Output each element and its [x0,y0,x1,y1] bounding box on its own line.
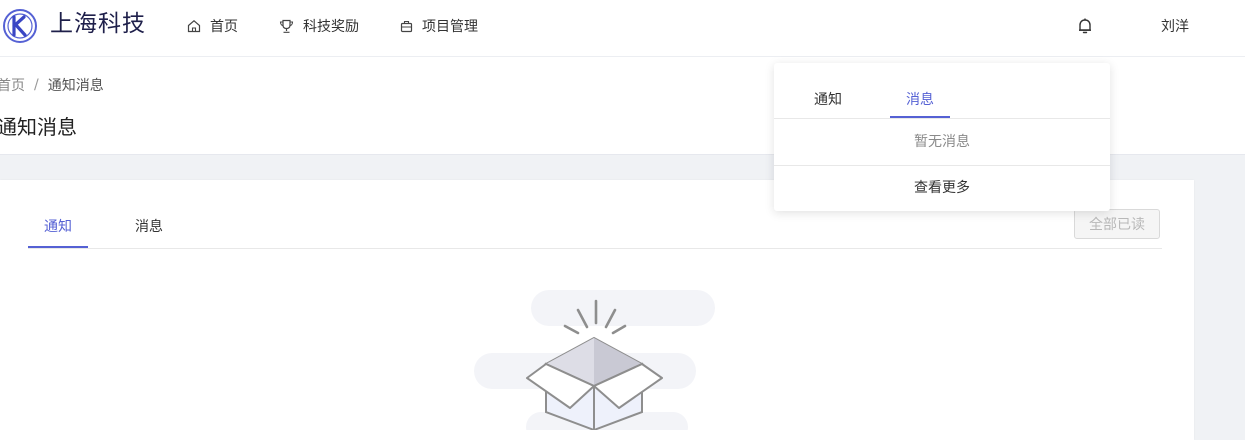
nav-item-label: 科技奖励 [303,19,359,35]
briefcase-icon [400,20,413,32]
nav-item-home[interactable]: 首页 [187,16,238,36]
breadcrumb-separator: / [34,77,39,93]
top-header: 上海科技 首页 科技奖励 项目管理 刘洋 [0,0,1245,57]
trophy-icon [279,19,294,33]
breadcrumb-home[interactable]: 首页 [0,75,25,95]
nav-item-awards[interactable]: 科技奖励 [279,16,359,36]
logo-icon[interactable] [2,8,38,44]
tab-bar: 通知 消息 [28,208,1162,249]
tab-messages[interactable]: 消息 [135,216,163,236]
page-title: 通知消息 [0,115,77,139]
popover-tab-bar: 通知 消息 [774,63,1110,119]
tab-notifications[interactable]: 通知 [44,216,72,236]
bell-icon[interactable] [1076,17,1094,35]
brand-title: 上海科技 [50,11,146,37]
popover-tab-notifications[interactable]: 通知 [814,89,842,109]
nav-item-projects[interactable]: 项目管理 [400,16,478,36]
user-name[interactable]: 刘洋 [1161,16,1189,36]
empty-box-illustration [474,290,715,430]
mark-all-read-button[interactable]: 全部已读 [1074,209,1160,239]
nav-item-label: 首页 [210,19,238,35]
active-tab-indicator [28,246,88,248]
popover-tab-messages[interactable]: 消息 [906,89,934,109]
breadcrumb-current: 通知消息 [47,78,104,94]
home-icon [187,20,201,33]
nav-item-label: 项目管理 [422,19,478,35]
notification-popover: 通知 消息 暂无消息 查看更多 [774,63,1110,211]
content-card: 通知 消息 全部已读 [0,180,1194,440]
breadcrumb: 首页 / 通知消息 [0,75,104,95]
popover-empty-text: 暂无消息 [774,119,1110,166]
popover-active-tab-indicator [890,116,950,118]
view-more-link[interactable]: 查看更多 [774,166,1110,211]
